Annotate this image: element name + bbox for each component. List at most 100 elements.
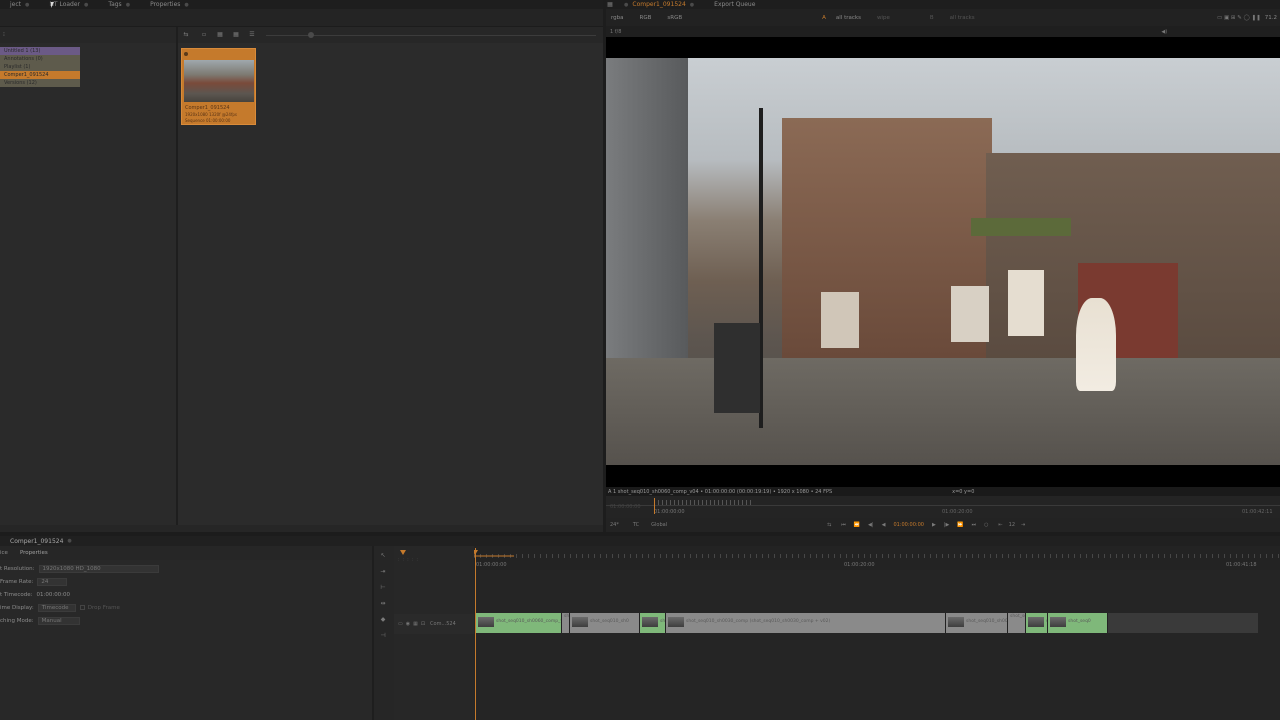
multi-select-tool-icon[interactable]: ⇥ — [379, 568, 387, 575]
loop-icon[interactable]: ⇆ — [827, 522, 831, 528]
viewer-canvas[interactable] — [606, 37, 1280, 487]
prop-label: Frame Rate: — [0, 578, 34, 585]
zoom-slider-handle[interactable] — [308, 32, 314, 38]
viewer-playhead[interactable] — [654, 498, 655, 514]
viewer-toolbar: rgba RGB sRGB A all tracks wipe B all tr… — [606, 9, 1280, 26]
close-icon[interactable]: ● — [84, 2, 88, 8]
list-view-icon[interactable]: ☰ — [248, 31, 256, 38]
timeline-ruler[interactable]: 01:00:00:00 01:00:20:00 01:00:41:18 — [474, 546, 1280, 570]
drop-frame-checkbox[interactable] — [79, 605, 85, 610]
step-size-forward-icon[interactable]: ⇥ — [1021, 522, 1025, 528]
timeline-clip[interactable]: shot_seq0 — [1008, 613, 1026, 633]
matching-mode-dropdown[interactable]: Manual — [37, 616, 80, 625]
timeline-clip[interactable]: shot — [1026, 613, 1048, 633]
grid-menu-icon[interactable]: ▦ — [606, 1, 614, 8]
close-icon[interactable]: ● — [25, 2, 29, 8]
timeline-clip[interactable]: shot_seq010_sh0070_comp — [946, 613, 1008, 633]
filter-icon[interactable]: ⇆ — [182, 31, 190, 38]
step-forward-icon[interactable]: |▶ — [944, 522, 950, 528]
close-icon[interactable]: ● — [126, 2, 130, 8]
razor-tool-icon[interactable]: ◆ — [379, 616, 387, 623]
layout-icon[interactable]: ▭ — [1217, 15, 1222, 21]
track-visibility-icon[interactable]: ◉ — [406, 621, 410, 627]
timeline-clip[interactable]: shot_seq010_sh0 — [570, 613, 640, 633]
pause-icon[interactable]: ❚❚ — [1252, 15, 1261, 21]
maximize-icon[interactable]: ▣ — [1224, 15, 1229, 21]
timeline-clip[interactable]: shot_seq0 — [562, 613, 570, 633]
safe-area-icon[interactable]: ◯ — [1244, 15, 1250, 21]
clip-label: shot_seq0 — [1010, 614, 1025, 619]
zoom-slider[interactable] — [266, 35, 596, 36]
colorspace-dropdown[interactable]: RGB — [640, 15, 652, 21]
tab-sequence-viewer[interactable]: ● Comper1_091524 ● — [614, 1, 704, 8]
snap-marker-icon[interactable] — [400, 550, 406, 555]
record-icon[interactable]: ○ — [984, 522, 988, 528]
time-display-dropdown[interactable]: Timecode — [37, 603, 76, 612]
bin-item-sequence[interactable]: Comper1_091524 1920x1080 1320f @24fps Se… — [181, 48, 256, 125]
tree-item-annotations[interactable]: Annotations (0) — [0, 55, 80, 63]
go-end-icon[interactable]: ⏭ — [972, 522, 977, 528]
tab-project[interactable]: ject ● — [0, 1, 39, 8]
grid-small-icon[interactable]: ▫ — [200, 31, 208, 38]
close-icon[interactable]: ● — [67, 538, 71, 544]
timeline-clip[interactable]: shot_seq0 — [1048, 613, 1108, 633]
tree-item-sequence[interactable]: Comper1_091524 — [0, 71, 80, 79]
frame-rate-dropdown[interactable]: 24 — [37, 577, 68, 586]
go-start-icon[interactable]: ⏮ — [841, 522, 846, 528]
play-icon[interactable]: ▶ — [932, 522, 936, 528]
tab-export-queue[interactable]: Export Queue — [704, 1, 765, 8]
play-backward-icon[interactable]: ◀ — [882, 522, 886, 528]
prev-edit-icon[interactable]: ⏪ — [854, 522, 860, 528]
guides-icon[interactable]: ⊞ — [1231, 15, 1236, 21]
frame-step-value[interactable]: 12 — [1009, 522, 1015, 528]
timeline-area[interactable]: 01:00:00:00 01:00:20:00 01:00:41:18 shot… — [474, 546, 1280, 720]
in-out-range[interactable] — [474, 555, 514, 557]
grid-large-icon[interactable]: ▦ — [232, 31, 240, 38]
timeline-clip[interactable]: shot_seq010_sh0060_comp_v04 — [476, 613, 562, 633]
select-tool-icon[interactable]: ↖ — [379, 552, 387, 559]
next-edit-icon[interactable]: ⏩ — [957, 522, 963, 528]
wipe-dropdown[interactable]: wipe — [877, 15, 890, 21]
playhead-handle-icon[interactable] — [474, 550, 478, 555]
timeline-clip[interactable]: shot — [640, 613, 666, 633]
tab-tags[interactable]: Tags ● — [98, 1, 140, 8]
ripple-tool-icon[interactable]: ⊣ — [379, 632, 387, 639]
track-lock-icon[interactable]: ▦ — [413, 621, 418, 627]
tc-mode-dropdown[interactable]: TC — [633, 522, 639, 528]
tab-nt-loader[interactable]: NT Loader ● — [39, 1, 98, 8]
lut-dropdown[interactable]: sRGB — [667, 15, 682, 21]
zoom-level[interactable]: 71.2 — [1265, 15, 1277, 21]
slip-tool-icon[interactable]: ⇹ — [379, 600, 387, 607]
close-icon[interactable]: ● — [184, 2, 188, 8]
subtab-left[interactable]: ice — [0, 550, 8, 556]
viewer-dot-icon: ● — [624, 1, 629, 8]
tree-item-project[interactable]: Untitled 1 (13) — [0, 47, 80, 55]
timeline-playhead[interactable] — [475, 548, 476, 720]
track-name[interactable]: Com...524 — [430, 621, 456, 627]
timeline-clip[interactable]: shot_seq010_sh0030_comp (shot_seq010_sh0… — [666, 613, 946, 633]
scope-dropdown[interactable]: Global — [651, 522, 667, 528]
menu-icon[interactable]: ⁝ — [0, 31, 8, 38]
fps-dropdown[interactable]: 24* — [610, 522, 619, 528]
resolution-dropdown[interactable]: 1920x1080 HD_1080 — [38, 564, 159, 573]
start-timecode-field[interactable]: 01:00:00:00 — [36, 592, 70, 598]
tree-item-versions[interactable]: Versions (12) — [0, 79, 80, 87]
close-icon[interactable]: ● — [690, 2, 694, 8]
track-blend-icon[interactable]: ⊡ — [421, 621, 425, 627]
brush-icon[interactable]: ✎ — [1237, 15, 1242, 21]
trim-tool-icon[interactable]: ⊢ — [379, 584, 387, 591]
track-b-dropdown[interactable]: all tracks — [950, 15, 975, 21]
current-timecode[interactable]: 01:00:00:00 — [893, 522, 924, 528]
grid-icon[interactable]: ▦ — [216, 31, 224, 38]
track-a-dropdown[interactable]: all tracks — [836, 15, 861, 21]
step-size-icon[interactable]: ⇤ — [998, 522, 1002, 528]
tab-properties[interactable]: Properties ● — [140, 1, 199, 8]
audio-icon[interactable]: ◀) — [1161, 29, 1167, 35]
clip-label: shot_seq010_sh0030_comp (shot_seq010_sh0… — [686, 619, 831, 624]
tree-item-playlist[interactable]: Playlist (1) — [0, 63, 80, 71]
subtab-properties[interactable]: Properties — [20, 550, 48, 556]
step-back-icon[interactable]: ◀| — [868, 522, 874, 528]
viewer-timeline[interactable]: 01:00:00:00 01:00:00:00 01:00:20:00 01:0… — [606, 496, 1280, 518]
channels-dropdown[interactable]: rgba — [611, 15, 624, 21]
tab-sequence[interactable]: Comper1_091524 ● — [0, 538, 82, 545]
